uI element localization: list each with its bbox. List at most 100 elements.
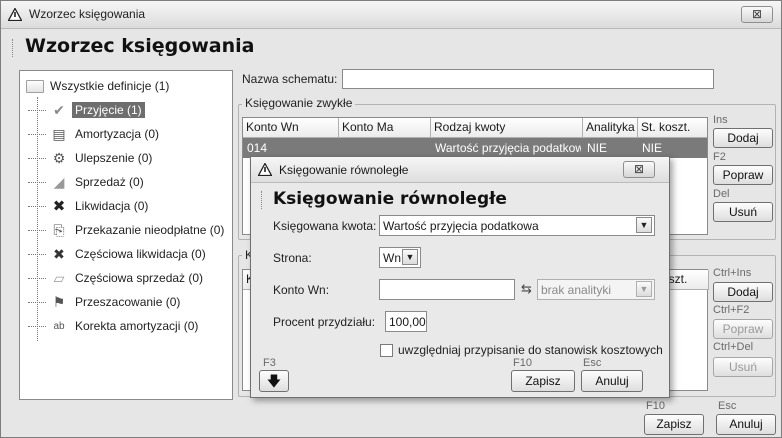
side-label: Strona: bbox=[273, 251, 312, 265]
sale-icon: ◢ bbox=[53, 173, 65, 190]
dialog-heading-grip bbox=[261, 191, 264, 209]
gears-icon: ⚙ bbox=[52, 149, 66, 166]
cost-center-checkbox[interactable] bbox=[380, 344, 393, 357]
col-konto-wn[interactable]: Konto Wn bbox=[243, 118, 339, 138]
parallel-delete-key-hint: Ctrl+Del bbox=[713, 341, 754, 353]
document-icon: ▤ bbox=[52, 125, 66, 142]
percent-field[interactable]: 100,00 bbox=[385, 311, 427, 332]
tree-item-label: Sprzedaż (0) bbox=[75, 175, 144, 189]
partial-cross-icon: ✖ bbox=[53, 245, 65, 262]
tree-item-likwidacja[interactable]: ✖ Likwidacja (0) bbox=[28, 195, 151, 217]
col-konto-ma[interactable]: Konto Ma bbox=[339, 118, 431, 138]
tree-item-przeszacowanie[interactable]: ⚑ Przeszacowanie (0) bbox=[28, 291, 183, 313]
tree-item-label: Przyjęcie (1) bbox=[72, 102, 145, 118]
table-row[interactable]: 014 Wartość przyjęcia podatkowa NIE NIE bbox=[243, 138, 707, 158]
tree-item-korekta[interactable]: ab Korekta amortyzacji (0) bbox=[28, 315, 201, 337]
parallel-edit-key-hint: Ctrl+F2 bbox=[713, 304, 750, 316]
dialog-title-bar: Księgowanie równoległe ⊠ bbox=[251, 157, 669, 183]
dialog-title: Księgowanie równoległe bbox=[279, 163, 409, 177]
tree-item-ulepszenie[interactable]: ⚙ Ulepszenie (0) bbox=[28, 147, 155, 169]
parallel-edit-button[interactable]: Popraw bbox=[713, 319, 773, 339]
check-icon: ✔ bbox=[53, 101, 65, 118]
window-title: Wzorzec księgowania bbox=[29, 7, 146, 21]
tree-item-przekazanie[interactable]: ⎘ Przekazanie nieodpłatne (0) bbox=[28, 219, 227, 241]
tree-item-label: Częściowa sprzedaż (0) bbox=[75, 271, 204, 285]
dialog-save-button[interactable]: Zapisz bbox=[511, 370, 575, 392]
account-picker-icon[interactable]: ⇆ bbox=[521, 281, 532, 297]
dialog-save-key-hint: F10 bbox=[513, 357, 532, 369]
chevron-down-icon[interactable]: ▼ bbox=[402, 249, 418, 265]
dialog-cancel-key-hint: Esc bbox=[583, 357, 602, 369]
col-rodzaj-kwoty[interactable]: Rodzaj kwoty bbox=[431, 118, 583, 138]
cell-konto-wn: 014 bbox=[247, 141, 268, 155]
schema-name-label: Nazwa schematu: bbox=[242, 72, 338, 86]
tree-item-sprzedaz[interactable]: ◢ Sprzedaż (0) bbox=[28, 171, 147, 193]
amount-select[interactable]: Wartość przyjęcia podatkowa ▼ bbox=[379, 215, 655, 236]
amount-value: Wartość przyjęcia podatkowa bbox=[383, 219, 539, 233]
tree-item-amortyzacja[interactable]: ▤ Amortyzacja (0) bbox=[28, 123, 162, 145]
parallel-add-key-hint: Ctrl+Ins bbox=[713, 267, 752, 279]
tree-item-czesciowa-sprzedaz[interactable]: ▱ Częściowa sprzedaż (0) bbox=[28, 267, 206, 289]
cell-analityka: NIE bbox=[587, 141, 608, 155]
tree-item-label: Korekta amortyzacji (0) bbox=[75, 319, 199, 333]
save-button[interactable]: Zapisz bbox=[644, 414, 704, 435]
analytics-select[interactable]: brak analityki ▼ bbox=[537, 279, 655, 300]
tree-item-label: Przekazanie nieodpłatne (0) bbox=[75, 223, 225, 237]
account-label: Konto Wn: bbox=[273, 283, 330, 297]
save-key-hint: F10 bbox=[646, 400, 665, 412]
chevron-down-icon[interactable]: ▼ bbox=[636, 217, 652, 233]
tree-item-label: Przeszacowanie (0) bbox=[75, 295, 181, 309]
close-button[interactable]: ⊠ bbox=[741, 6, 773, 23]
parallel-posting-dialog: Księgowanie równoległe ⊠ Księgowanie rów… bbox=[250, 156, 670, 398]
percent-label: Procent przydziału: bbox=[273, 315, 376, 329]
dialog-cancel-button[interactable]: Anuluj bbox=[581, 370, 643, 392]
add-button[interactable]: Dodaj bbox=[713, 128, 773, 148]
parallel-delete-button[interactable]: Usuń bbox=[713, 357, 773, 377]
tree-item-label: Likwidacja (0) bbox=[75, 199, 149, 213]
edit-key-hint: F2 bbox=[713, 151, 726, 163]
col-analityka[interactable]: Analityka bbox=[583, 118, 638, 138]
dialog-warning-icon bbox=[258, 163, 272, 176]
cancel-key-hint: Esc bbox=[718, 400, 737, 412]
delete-button[interactable]: Usuń bbox=[713, 202, 773, 222]
percent-value: 100,00 bbox=[389, 315, 426, 329]
side-value: Wn bbox=[383, 251, 401, 265]
delete-key-hint: Del bbox=[713, 188, 730, 200]
cell-st-koszt: NIE bbox=[642, 141, 663, 155]
page-title: Wzorzec księgowania bbox=[25, 35, 255, 57]
cancel-button[interactable]: Anuluj bbox=[716, 414, 776, 435]
parallel-add-button[interactable]: Dodaj bbox=[713, 282, 773, 302]
col-st-koszt[interactable]: St. koszt. bbox=[638, 118, 707, 138]
partial-sale-icon: ▱ bbox=[53, 269, 65, 286]
transfer-icon: ⎘ bbox=[53, 221, 65, 238]
dialog-close-button[interactable]: ⊠ bbox=[623, 161, 655, 178]
amount-label: Księgowana kwota: bbox=[273, 219, 377, 233]
tree-root-label: Wszystkie definicje (1) bbox=[50, 79, 170, 93]
tree-item-label: Ulepszenie (0) bbox=[75, 151, 153, 165]
arrow-down-button[interactable]: 🡇 bbox=[259, 370, 289, 392]
cross-icon: ✖ bbox=[52, 198, 66, 215]
side-select[interactable]: Wn ▼ bbox=[379, 247, 421, 268]
f3-key-hint: F3 bbox=[263, 357, 276, 369]
folder-icon bbox=[26, 79, 44, 93]
title-bar: Wzorzec księgowania ⊠ bbox=[1, 1, 781, 29]
account-field[interactable] bbox=[379, 279, 515, 300]
schema-name-field[interactable] bbox=[342, 69, 714, 89]
group-standard-title: Księgowanie zwykłe bbox=[242, 96, 356, 110]
definitions-tree[interactable]: Wszystkie definicje (1) ✔ Przyjęcie (1) … bbox=[19, 70, 233, 400]
analytics-value: brak analityki bbox=[541, 283, 612, 297]
chevron-down-icon[interactable]: ▼ bbox=[636, 281, 652, 297]
edit-button[interactable]: Popraw bbox=[713, 165, 773, 185]
app-warning-icon bbox=[8, 8, 22, 21]
tree-item-czesciowa-likwidacja[interactable]: ✖ Częściowa likwidacja (0) bbox=[28, 243, 209, 265]
tree-item-label: Amortyzacja (0) bbox=[75, 127, 160, 141]
cost-center-checkbox-label: uwzględniaj przypisanie do stanowisk kos… bbox=[398, 343, 663, 357]
dialog-heading: Księgowanie równoległe bbox=[273, 189, 507, 209]
cell-rodzaj-kwoty: Wartość przyjęcia podatkowa bbox=[435, 141, 581, 155]
text-correction-icon: ab bbox=[53, 320, 65, 332]
tree-root[interactable]: Wszystkie definicje (1) bbox=[26, 76, 169, 96]
tree-item-przyjecie[interactable]: ✔ Przyjęcie (1) bbox=[28, 99, 145, 121]
add-key-hint: Ins bbox=[713, 114, 728, 126]
revaluation-icon: ⚑ bbox=[52, 293, 66, 310]
heading-grip bbox=[12, 39, 15, 57]
